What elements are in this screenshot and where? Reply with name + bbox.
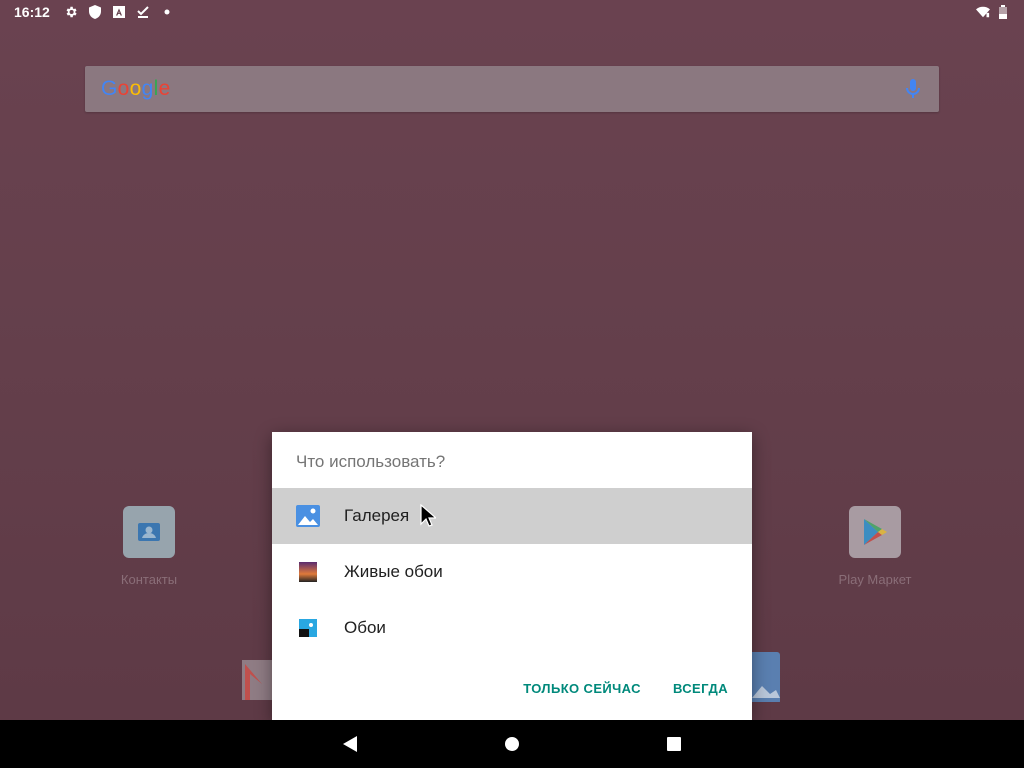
play-store-icon <box>849 506 901 558</box>
dialog-item-label: Обои <box>344 618 386 637</box>
status-bar: 16:12 <box>0 0 1024 24</box>
recents-icon[interactable] <box>662 732 686 756</box>
shield-icon <box>88 5 102 19</box>
dialog-item-live-wallpapers[interactable]: Живые обои <box>272 544 752 600</box>
google-logo: Google <box>101 77 171 100</box>
status-time: 16:12 <box>14 4 50 20</box>
dialog-title: Что использовать? <box>296 452 446 471</box>
live-wallpaper-icon <box>296 560 320 584</box>
mouse-cursor-icon <box>420 503 438 528</box>
gallery-icon <box>296 504 320 528</box>
dialog-item-label: Живые обои <box>344 562 443 581</box>
checklist-icon <box>136 5 150 19</box>
app-chooser-dialog: Что использовать? Галерея Живые обои Обо… <box>272 432 752 720</box>
home-icon[interactable] <box>500 732 524 756</box>
navigation-bar <box>0 720 1024 768</box>
app-label: Контакты <box>120 572 178 587</box>
always-button[interactable]: ВСЕГДА <box>661 671 740 706</box>
contacts-icon <box>123 506 175 558</box>
app-label: Play Маркет <box>838 572 912 587</box>
dialog-actions: ТОЛЬКО СЕЙЧАС ВСЕГДА <box>272 656 752 720</box>
wifi-icon <box>976 5 990 19</box>
app-contacts[interactable]: Контакты <box>99 506 199 587</box>
back-icon[interactable] <box>338 732 362 756</box>
just-once-button[interactable]: ТОЛЬКО СЕЙЧАС <box>511 671 653 706</box>
photos-dock-icon[interactable] <box>748 652 788 704</box>
google-search-bar[interactable]: Google <box>85 66 939 112</box>
dialog-item-label: Галерея <box>344 506 410 525</box>
a-box-icon <box>112 5 126 19</box>
wallpapers-icon <box>296 616 320 640</box>
battery-icon <box>996 5 1010 19</box>
gear-icon <box>64 5 78 19</box>
app-play-market[interactable]: Play Маркет <box>825 506 925 587</box>
mic-icon[interactable] <box>903 77 923 101</box>
dialog-item-wallpapers[interactable]: Обои <box>272 600 752 656</box>
dialog-item-gallery[interactable]: Галерея <box>272 488 752 544</box>
dot-icon <box>160 5 174 19</box>
